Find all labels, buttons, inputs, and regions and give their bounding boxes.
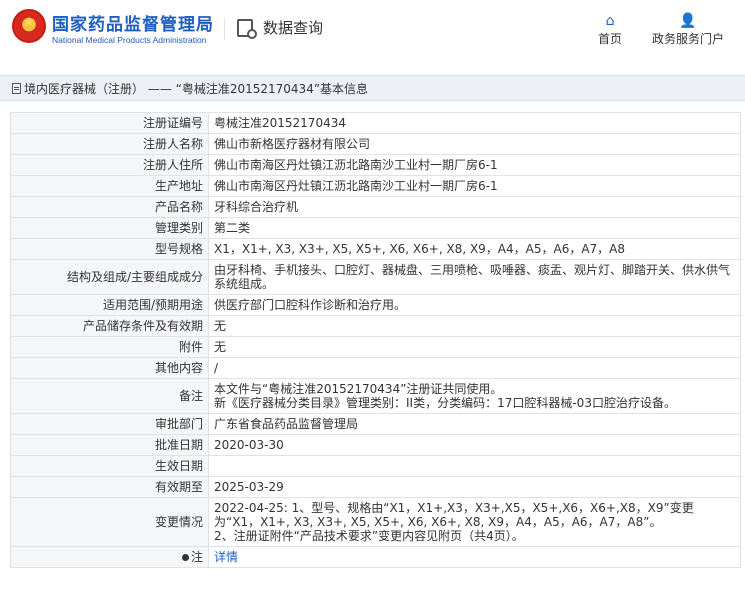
brand-subtitle: National Medical Products Administration [52,35,207,45]
breadcrumb-text: 境内医疗器械（注册） —— “粤械注准20152170434”基本信息 [24,81,369,96]
nav-home[interactable]: ⌂ 首页 [598,12,622,47]
table-row: 注册证编号 粤械注准20152170434 [10,112,741,134]
row-label: 有效期至 [10,476,209,498]
row-label: 型号规格 [10,238,209,260]
row-value: 第二类 [208,217,741,239]
row-label: 注册人住所 [10,154,209,176]
note-label: 注 [190,550,203,564]
data-query-link[interactable]: 数据查询 [237,17,324,39]
home-icon: ⌂ [605,13,615,29]
nav-home-label: 首页 [598,32,623,46]
row-label: 结构及组成/主要组成成分 [10,259,209,295]
row-value: 无 [208,336,741,358]
table-row: 备注 本文件与“粤械注准20152170434”注册证共同使用。 新《医疗器械分类… [10,378,741,414]
row-label: 注册证编号 [10,112,209,134]
row-value: 本文件与“粤械注准20152170434”注册证共同使用。 新《医疗器械分类目录… [208,378,741,414]
document-search-icon [237,18,257,39]
row-value: 佛山市南海区丹灶镇江沥北路南沙工业村一期厂房6-1 [208,175,741,197]
nav-gov-portal[interactable]: 👤 政务服务门户 [652,12,724,47]
header-divider [224,18,225,40]
brand-title[interactable]: 国家药品监督管理局 [52,10,214,35]
row-label: 备注 [10,378,209,414]
detail-table-container: 注册证编号 粤械注准20152170434 注册人名称 佛山市新格医疗器材有限公司 注册… [10,112,741,568]
row-label: 生产地址 [10,175,209,197]
note-value-cell: 详情 [208,546,741,568]
row-value: 无 [208,315,741,337]
row-label: 生效日期 [10,455,209,477]
data-query-label: 数据查询 [263,19,324,37]
table-row: 注册人名称 佛山市新格医疗器材有限公司 [10,133,741,155]
row-label: 适用范围/预期用途 [10,294,209,316]
row-label: 注册人名称 [10,133,209,155]
row-value: 2022-04-25: 1、型号、规格由“X1，X1+,X3，X3+,X5，X5… [208,497,741,547]
nav-gov-label: 政务服务门户 [652,32,725,46]
star-icon: ★ [23,15,35,30]
row-value: 佛山市南海区丹灶镇江沥北路南沙工业村一期厂房6-1 [208,154,741,176]
user-icon: 👤 [679,13,697,29]
row-label: 管理类别 [10,217,209,239]
table-row: 有效期至 2025-03-29 [10,476,741,498]
row-value: / [208,357,741,379]
table-row: 审批部门 广东省食品药品监督管理局 [10,413,741,435]
document-icon [12,82,21,94]
row-value: 佛山市新格医疗器材有限公司 [208,133,741,155]
table-row: 附件无 [10,336,741,358]
row-value: 由牙科椅、手机接头、口腔灯、器械盘、三用喷枪、吸唾器、痰盂、观片灯、脚踏开关、供… [208,259,741,295]
details-link[interactable]: 详情 [214,550,238,564]
row-value [208,455,741,477]
table-row: 变更情况 2022-04-25: 1、型号、规格由“X1，X1+,X3，X3+,X… [10,497,741,547]
row-value: 广东省食品药品监督管理局 [208,413,741,435]
row-value: 粤械注准20152170434 [208,112,741,134]
bulb-icon [181,554,189,561]
row-label: 其他内容 [10,357,209,379]
row-value: 供医疗部门口腔科作诊断和治疗用。 [208,294,741,316]
table-row: 适用范围/预期用途 供医疗部门口腔科作诊断和治疗用。 [10,294,741,316]
row-label: 变更情况 [10,497,209,547]
table-row: 管理类别 第二类 [10,217,741,239]
row-value: 2020-03-30 [208,434,741,456]
row-label: 产品储存条件及有效期 [10,315,209,337]
row-value: 2025-03-29 [208,476,741,498]
row-label: 批准日期 [10,434,209,456]
table-row: 产品名称 牙科综合治疗机 [10,196,741,218]
site-header: ★ 国家药品监督管理局 National Medical Products Ad… [0,0,745,62]
emblem-logo[interactable]: ★ [12,9,46,43]
table-row: 其他内容 / [10,357,741,379]
row-value: X1，X1+, X3, X3+, X5, X5+, X6, X6+, X8, X… [208,238,741,260]
row-label: 审批部门 [10,413,209,435]
row-label: 附件 [10,336,209,358]
table-row: 产品储存条件及有效期无 [10,315,741,337]
table-row: 注册人住所 佛山市南海区丹灶镇江沥北路南沙工业村一期厂房6-1 [10,154,741,176]
table-row: 生效日期 [10,455,741,477]
row-value: 牙科综合治疗机 [208,196,741,218]
row-label: 产品名称 [10,196,209,218]
table-row: 结构及组成/主要组成成分 由牙科椅、手机接头、口腔灯、器械盘、三用喷枪、吸唾器、痰… [10,259,741,295]
detail-table: 注册证编号 粤械注准20152170434 注册人名称 佛山市新格医疗器材有限公司 注册… [10,112,741,568]
table-row: 生产地址 佛山市南海区丹灶镇江沥北路南沙工业村一期厂房6-1 [10,175,741,197]
table-row: 型号规格 X1，X1+, X3, X3+, X5, X5+, X6, X6+, X… [10,238,741,260]
table-row: 批准日期 2020-03-30 [10,434,741,456]
table-row-note: 注 详情 [10,546,741,568]
note-label-cell: 注 [10,546,209,568]
breadcrumb: 境内医疗器械（注册） —— “粤械注准20152170434”基本信息 [0,75,745,101]
